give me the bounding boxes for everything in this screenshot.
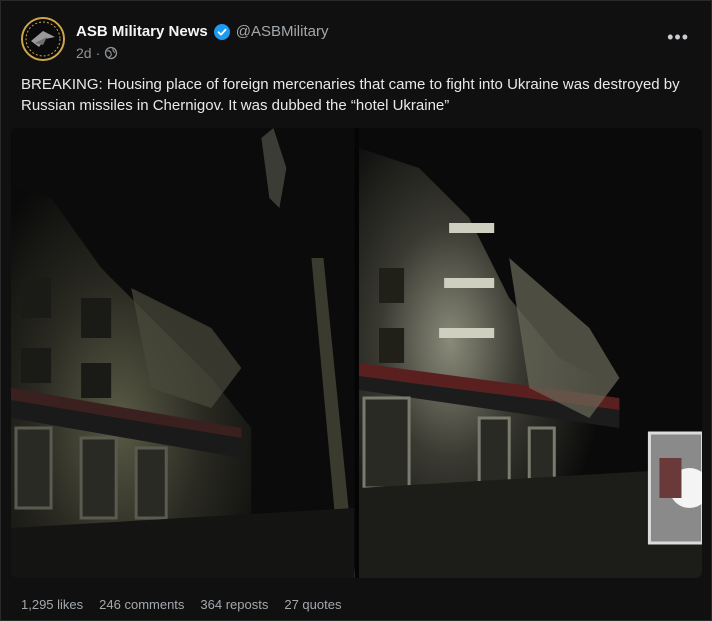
ruined-building-image-left — [11, 128, 356, 578]
post-text: BREAKING: Housing place of foreign merce… — [21, 76, 680, 114]
post-stats: 1,295 likes 246 comments 364 reposts 27 … — [21, 597, 341, 612]
building-ruins-photo-left[interactable] — [11, 128, 356, 578]
post-card: ASB Military News @ASBMilitary 2d · ••• … — [0, 0, 712, 621]
post-meta: 2d · — [76, 45, 118, 61]
avatar-logo-icon — [23, 19, 63, 59]
likes-count[interactable]: 1,295 likes — [21, 597, 83, 612]
more-options-button[interactable]: ••• — [667, 27, 689, 48]
verified-badge-icon — [213, 23, 230, 40]
quotes-count[interactable]: 27 quotes — [284, 597, 341, 612]
author-display-name[interactable]: ASB Military News — [76, 23, 208, 40]
post-time[interactable]: 2d — [76, 45, 92, 61]
globe-icon — [105, 46, 118, 60]
reposts-count[interactable]: 364 reposts — [200, 597, 268, 612]
building-ruins-photo-right[interactable] — [358, 128, 702, 578]
meta-separator: · — [95, 45, 101, 61]
author-handle[interactable]: @ASBMilitary — [236, 23, 329, 40]
media-gallery — [11, 128, 702, 578]
author-row: ASB Military News @ASBMilitary — [76, 23, 328, 40]
ruined-building-image-right — [358, 128, 702, 578]
avatar[interactable] — [21, 17, 65, 61]
comments-count[interactable]: 246 comments — [99, 597, 184, 612]
